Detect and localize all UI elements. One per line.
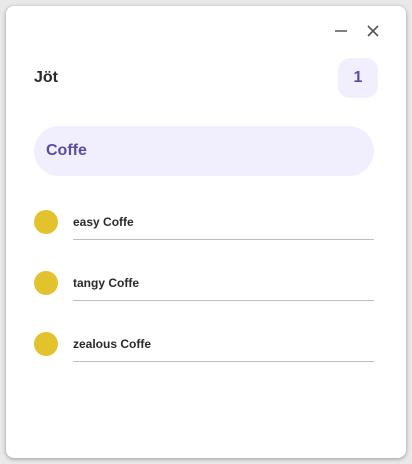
list-item-text[interactable]: easy Coffe — [73, 206, 374, 240]
window-controls — [332, 22, 382, 40]
list-item: easy Coffe — [34, 206, 374, 267]
bullet-dot[interactable] — [34, 271, 58, 295]
list-item-text[interactable]: zealous Coffe — [73, 328, 374, 362]
minimize-button[interactable] — [332, 22, 350, 40]
results-list: easy Coffe tangy Coffe zealous Coffe — [34, 206, 374, 389]
app-window: Jöt 1 easy Coffe tangy Coffe zealous Cof… — [6, 6, 406, 458]
count-badge[interactable]: 1 — [338, 58, 378, 98]
bullet-dot[interactable] — [34, 332, 58, 356]
list-item-text[interactable]: tangy Coffe — [73, 267, 374, 301]
close-button[interactable] — [364, 22, 382, 40]
header: Jöt 1 — [34, 58, 378, 98]
search-input[interactable] — [34, 126, 374, 176]
list-item: tangy Coffe — [34, 267, 374, 328]
minimize-icon — [335, 30, 347, 32]
list-item: zealous Coffe — [34, 328, 374, 389]
bullet-dot[interactable] — [34, 210, 58, 234]
close-icon — [367, 25, 379, 37]
app-title: Jöt — [34, 69, 58, 86]
